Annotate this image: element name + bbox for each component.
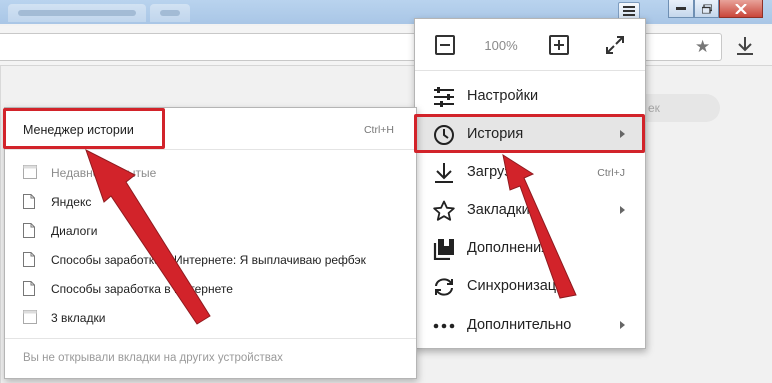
page-icon <box>23 223 35 238</box>
menu-item-history[interactable]: История <box>415 115 645 153</box>
menu-item-sync[interactable]: Синхронизация <box>415 267 645 305</box>
history-item-label: 3 вкладки <box>51 311 106 325</box>
history-item[interactable]: Диалоги <box>5 216 416 245</box>
hamburger-icon <box>623 6 635 16</box>
page-icon <box>23 252 35 267</box>
history-item-label: Яндекс <box>51 195 92 209</box>
zoom-level: 100% <box>484 38 518 53</box>
maximize-button[interactable] <box>694 0 719 18</box>
divider <box>0 66 1 383</box>
submenu-arrow-icon <box>620 321 625 329</box>
minimize-button[interactable] <box>668 0 694 18</box>
history-manager-item[interactable]: Менеджер истории Ctrl+H <box>5 108 416 150</box>
menu-item-label: История <box>467 126 524 142</box>
browser-main-menu: 100% Настройки История Загрузки Ctrl+J З… <box>414 18 646 349</box>
menu-item-more[interactable]: Дополнительно <box>415 306 645 344</box>
restore-icon <box>701 4 712 13</box>
recently-closed-item[interactable]: Недавно закрытые <box>5 158 416 187</box>
address-bar: ★ <box>0 26 772 66</box>
history-item[interactable]: Способы заработка в Интернете <box>5 274 416 303</box>
browser-tab[interactable] <box>8 4 146 22</box>
more-dots-icon <box>433 323 455 329</box>
submenu-arrow-icon <box>620 206 625 214</box>
submenu-arrow-icon <box>620 130 625 138</box>
extensions-icon <box>433 239 454 260</box>
history-item-label: Способы заработка в Интернете <box>51 282 233 296</box>
close-window-button[interactable] <box>719 0 763 18</box>
browser-tab[interactable] <box>150 4 190 22</box>
menu-item-shortcut: Ctrl+J <box>597 167 625 179</box>
folder-icon <box>23 310 37 324</box>
menu-item-label: Синхронизация <box>467 278 573 294</box>
clock-icon <box>434 125 454 145</box>
history-item-tabs-group[interactable]: 3 вкладки <box>5 303 416 332</box>
menu-item-bookmarks[interactable]: Закладки <box>415 191 645 229</box>
history-manager-label: Менеджер истории <box>23 123 134 137</box>
history-item-label: Диалоги <box>51 224 98 238</box>
page-icon <box>23 194 35 209</box>
other-devices-note: Вы не открывали вкладки на других устрой… <box>5 338 416 380</box>
settings-sliders-icon <box>434 87 454 107</box>
page-icon <box>23 281 35 296</box>
zoom-out-button[interactable] <box>435 35 455 55</box>
star-icon <box>433 200 455 221</box>
fullscreen-icon[interactable] <box>605 35 625 55</box>
other-devices-label: Вы не открывали вкладки на других устрой… <box>23 352 283 364</box>
menu-item-label: Настройки <box>467 88 539 104</box>
menu-item-label: Дополнения <box>467 240 550 256</box>
folder-icon <box>23 165 37 179</box>
menu-item-downloads[interactable]: Загрузки Ctrl+J <box>415 153 645 191</box>
minimize-icon <box>676 6 686 10</box>
menu-item-extensions[interactable]: Дополнения <box>415 229 645 267</box>
close-icon <box>735 3 747 14</box>
zoom-controls: 100% <box>415 19 645 71</box>
menu-item-label: Загрузки <box>467 164 526 180</box>
menu-item-label: Дополнительно <box>467 317 572 333</box>
bookmark-star-icon[interactable]: ★ <box>695 37 710 57</box>
history-item[interactable]: Способы заработка в Интернете: Я выплачи… <box>5 245 416 274</box>
history-item-label: Способы заработка в Интернете: Я выплачи… <box>51 253 366 267</box>
history-item-label: Недавно закрытые <box>51 166 157 180</box>
title-bar <box>0 0 772 24</box>
history-submenu: Менеджер истории Ctrl+H Недавно закрытые… <box>4 107 417 379</box>
download-icon <box>435 163 453 183</box>
zoom-in-button[interactable] <box>549 35 569 55</box>
sync-icon <box>435 278 453 296</box>
menu-item-settings[interactable]: Настройки <box>415 77 645 115</box>
history-item[interactable]: Яндекс <box>5 187 416 216</box>
history-manager-shortcut: Ctrl+H <box>363 124 394 136</box>
downloads-icon[interactable] <box>736 36 754 56</box>
menu-item-label: Закладки <box>467 202 530 218</box>
